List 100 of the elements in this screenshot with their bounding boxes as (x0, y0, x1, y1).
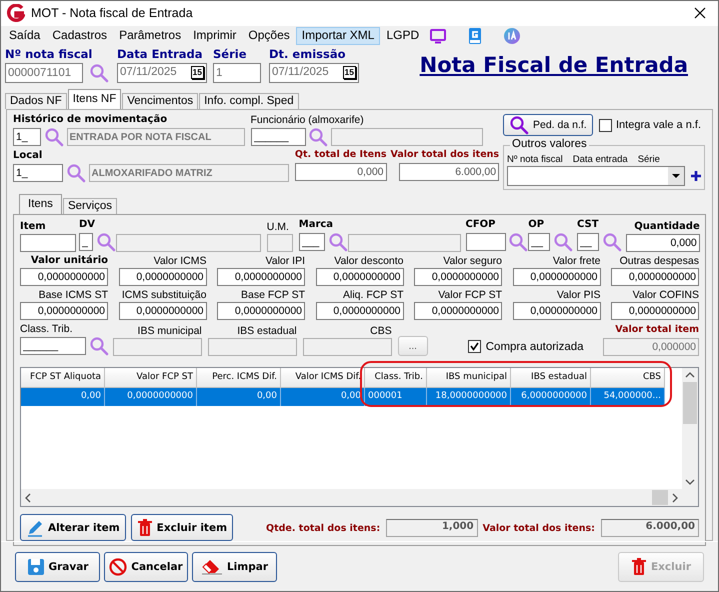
column-header[interactable]: Valor ICMS Dif. (281, 368, 365, 388)
field-label: Nº nota fiscal (5, 48, 94, 61)
text-field[interactable]: 0,000000 (603, 338, 699, 356)
text-field[interactable]: 0,0000000000 (316, 302, 404, 320)
more-button[interactable]: ... (398, 336, 428, 356)
search-icon[interactable] (508, 232, 528, 252)
text-field[interactable]: 0,0000000000 (316, 268, 404, 286)
date-field[interactable]: 07/11/2025 15 (117, 62, 207, 83)
text-field[interactable]: 0,0000000000 (611, 268, 699, 286)
table-cell: 18,0000000000 (427, 388, 511, 406)
column-header[interactable]: CBS (591, 368, 665, 388)
description-field[interactable]: ALMOXARIFADO MATRIZ (88, 164, 288, 182)
text-field[interactable]: ______ (20, 337, 86, 356)
text-field[interactable] (466, 233, 506, 252)
date-field[interactable]: 07/11/2025 15 (269, 62, 359, 83)
item-button[interactable]: Alterar item (20, 514, 126, 542)
column-header[interactable]: Valor FCP ST (105, 368, 197, 388)
menu-item[interactable]: Cadastros (46, 26, 114, 45)
footer-button[interactable]: Limpar (192, 552, 277, 582)
tab[interactable]: Serviços (62, 198, 118, 214)
dropdown[interactable] (507, 166, 685, 186)
text-field[interactable]: _ (79, 233, 93, 252)
vertical-scrollbar[interactable] (682, 368, 698, 490)
column-header[interactable]: IBS estadual (511, 368, 591, 388)
menu-item[interactable]: Parâmetros (113, 26, 188, 45)
check-icon (470, 342, 479, 352)
column-label: Data entrada (572, 155, 628, 166)
text-field[interactable]: 0,000 (294, 163, 386, 182)
text-field[interactable]: ___ (298, 233, 325, 252)
text-field[interactable]: 0,0000000000 (512, 268, 600, 286)
text-field[interactable]: 0,0000000000 (20, 268, 108, 286)
text-field[interactable]: 6.000,00 (399, 163, 500, 182)
text-field[interactable]: __ (528, 233, 550, 252)
footer-button[interactable]: Gravar (15, 552, 100, 582)
tab[interactable]: Itens NF (68, 89, 122, 110)
horizontal-scrollbar[interactable] (21, 489, 698, 506)
text-field[interactable]: 0,0000000000 (118, 268, 206, 286)
text-field[interactable]: __ (577, 233, 599, 252)
book-icon[interactable] (467, 26, 484, 45)
text-field[interactable]: 0,0000000000 (20, 302, 108, 320)
ped-button[interactable]: Ped. da n.f. (503, 114, 593, 136)
menu-item[interactable]: Saída (3, 26, 46, 45)
column-label: Nº nota fiscal (507, 155, 563, 166)
column-header[interactable]: Perc. ICMS Dif. (197, 368, 281, 388)
checkbox-label: Compra autorizada (486, 341, 584, 354)
search-icon[interactable] (509, 115, 529, 136)
page-heading[interactable]: Nota Fiscal de Entrada (420, 52, 688, 90)
text-field[interactable]: 1 (213, 62, 261, 83)
text-field[interactable]: 0,0000000000 (414, 302, 502, 320)
field-label: Outras despesas (620, 255, 699, 268)
field-label: Aliq. FCP ST (343, 289, 404, 302)
text-field[interactable]: 1_ (13, 164, 63, 182)
tab[interactable]: Vencimentos (122, 93, 198, 110)
checkbox[interactable] (468, 340, 481, 354)
text-field[interactable]: 0,000 (626, 234, 700, 252)
field-label: Qt. total de Itens (294, 150, 386, 162)
description-field[interactable]: ENTRADA POR NOTA FISCAL (66, 128, 244, 146)
field-label: Quantidade (634, 221, 700, 234)
menu-item[interactable]: Importar XML (296, 26, 380, 45)
field-label: Série (213, 48, 248, 61)
field-label: Valor PIS (556, 289, 600, 302)
calendar-button[interactable]: 15 (342, 66, 356, 80)
text-field[interactable]: 1_ (13, 128, 41, 146)
text-field[interactable]: 0,0000000000 (512, 302, 600, 320)
text-field[interactable]: 0,0000000000 (217, 302, 305, 320)
field-label: CST (577, 219, 600, 232)
tab[interactable]: Info. compl. Sped (199, 93, 299, 110)
calendar-button[interactable]: 15 (190, 66, 204, 80)
footer-button[interactable]: Cancelar (104, 552, 188, 582)
text-field[interactable]: 0,0000000000 (414, 268, 502, 286)
field-label: Funcionário (almoxarife) (250, 114, 365, 128)
column-header[interactable]: Class. Trib. (365, 368, 427, 388)
scroll-thumb[interactable] (683, 382, 697, 424)
text-field[interactable]: 0000071101 (5, 62, 83, 83)
tab[interactable]: Itens (19, 194, 62, 214)
field-label: Valor total item (615, 325, 699, 338)
text-field[interactable]: 0,0000000000 (611, 302, 699, 320)
table-cell: 0,00 (197, 388, 281, 406)
menu-item[interactable]: LGPD (380, 26, 426, 45)
item-button[interactable]: Excluir item (130, 514, 234, 542)
checkbox[interactable] (599, 118, 612, 132)
scroll-thumb[interactable] (652, 490, 668, 506)
trash-icon (136, 518, 153, 537)
description-field[interactable] (331, 128, 483, 146)
menu-item[interactable]: Opções (242, 26, 296, 45)
text-field[interactable]: 0,0000000000 (118, 302, 206, 320)
text-field[interactable]: 0,0000000000 (217, 268, 305, 286)
column-header[interactable]: IBS municipal (427, 368, 511, 388)
column-header[interactable]: FCP ST Aliquota (21, 368, 105, 388)
plus-icon[interactable] (691, 171, 701, 182)
table-row[interactable]: 0,00 0,0000000000 0,00 0,00 000001 18,0000000000 6,0000000000 54,000000... (21, 388, 665, 406)
field-label: IBS municipal (138, 325, 202, 338)
menu-item[interactable]: Imprimir (187, 26, 242, 45)
text-field[interactable]: ______ (250, 128, 306, 146)
close-icon[interactable] (694, 7, 706, 20)
text-field[interactable] (20, 234, 76, 252)
monitor-icon[interactable] (429, 28, 448, 44)
ai-badge-icon[interactable] (503, 26, 522, 45)
table-cell: 0,0000000000 (105, 388, 197, 406)
tab[interactable]: Dados NF (5, 93, 67, 110)
